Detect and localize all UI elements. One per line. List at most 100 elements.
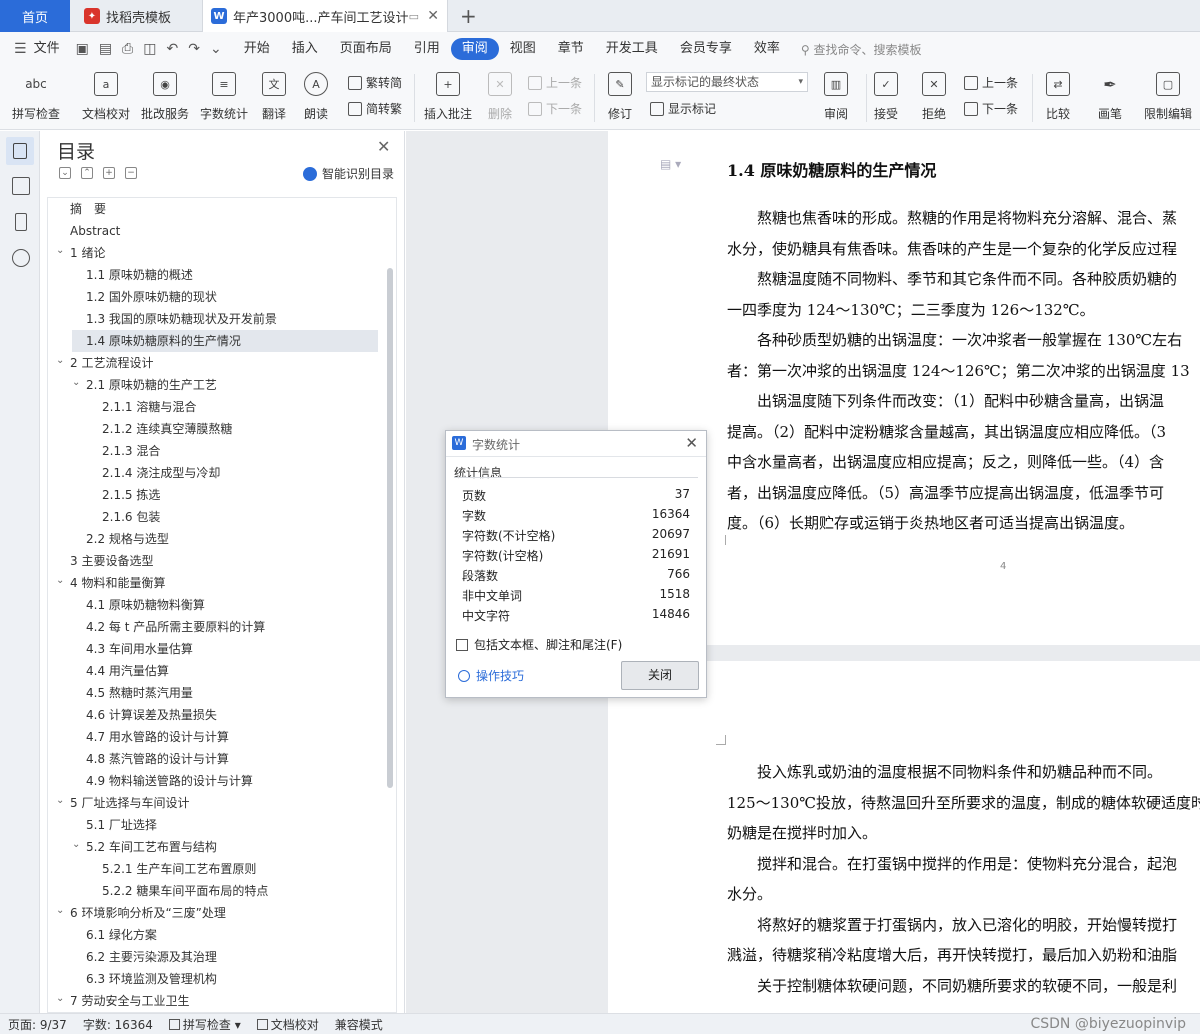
expand-arrow-icon[interactable]: ⌄ <box>72 839 80 850</box>
toc-item[interactable]: 2 工艺流程设计 <box>48 352 378 374</box>
toc-item[interactable]: 1.2 国外原味奶糖的现状 <box>48 286 378 308</box>
trad-to-simp-button[interactable]: 繁转简 <box>348 74 402 91</box>
export-icon[interactable]: ▤ <box>94 41 117 57</box>
next-change-button[interactable]: 下一条 <box>964 100 1018 117</box>
word-count-button[interactable]: ≡ 字数统计 <box>196 70 252 122</box>
toc-item[interactable]: 4.9 物料输送管路的设计与计算 <box>48 770 378 792</box>
close-icon[interactable]: ✕ <box>377 137 390 156</box>
doc-proof-button[interactable]: a 文档校对 <box>78 70 134 122</box>
tab-docer[interactable]: ✦ 找稻壳模板 <box>76 0 200 32</box>
menu-file[interactable]: 文件 <box>32 38 71 60</box>
print-icon[interactable]: ⎙ <box>117 41 138 57</box>
word-count-indicator[interactable]: 字数: 16364 <box>75 1016 161 1033</box>
toc-item[interactable]: 4.3 车间用水量估算 <box>48 638 378 660</box>
tips-link[interactable]: 操作技巧 <box>458 667 524 684</box>
toc-item[interactable]: 5 厂址选择与车间设计 <box>48 792 378 814</box>
menu-tab-4[interactable]: 审阅 <box>450 38 499 60</box>
toc-item[interactable]: 4.8 蒸汽管路的设计与计算 <box>48 748 378 770</box>
prev-change-button[interactable]: 上一条 <box>964 74 1018 91</box>
collapse-all-icon[interactable]: − <box>125 167 137 179</box>
redo-icon[interactable]: ↷ <box>183 41 205 57</box>
toc-item[interactable]: 3 主要设备选型 <box>48 550 378 572</box>
menu-tab-1[interactable]: 插入 <box>281 38 329 60</box>
menu-tab-0[interactable]: 开始 <box>233 38 281 60</box>
toc-item[interactable]: 6 环境影响分析及“三废”处理 <box>48 902 378 924</box>
toc-item[interactable]: 2.1 原味奶糖的生产工艺 <box>48 374 378 396</box>
paragraph-menu-icon[interactable]: ▤ ▾ <box>660 157 681 171</box>
menu-tab-3[interactable]: 引用 <box>403 38 451 60</box>
expand-arrow-icon[interactable]: ⌄ <box>56 905 64 916</box>
new-tab-button[interactable]: + <box>460 4 477 28</box>
expand-arrow-icon[interactable]: ⌄ <box>56 993 64 1004</box>
collapse-up-icon[interactable]: ⌃ <box>81 167 93 179</box>
expand-arrow-icon[interactable]: ⌄ <box>56 245 64 256</box>
toc-item[interactable]: 2.1.3 混合 <box>48 440 378 462</box>
toc-item[interactable]: 2.1.5 拣选 <box>48 484 378 506</box>
toc-item[interactable]: 6.2 主要污染源及其治理 <box>48 946 378 968</box>
revise-button[interactable]: ✎ 修订 <box>592 70 648 122</box>
tab-document[interactable]: W 年产3000吨...产车间工艺设计 ▭ ✕ <box>202 0 448 32</box>
toc-item[interactable]: 4.7 用水管路的设计与计算 <box>48 726 378 748</box>
toc-item[interactable]: 1.4 原味奶糖原料的生产情况 <box>72 330 378 352</box>
menu-tab-9[interactable]: 效率 <box>743 38 791 60</box>
command-search[interactable]: ⚲ 查找命令、搜索模板 <box>801 41 922 58</box>
restrict-edit-button[interactable]: ▢ 限制编辑 <box>1140 70 1196 122</box>
toc-item[interactable]: 2.2 规格与选型 <box>48 528 378 550</box>
tab-home[interactable]: 首页 <box>0 0 70 32</box>
spell-check-status[interactable]: 拼写检查 ▾ <box>161 1016 249 1033</box>
toc-rail-button[interactable] <box>6 137 34 165</box>
toc-item[interactable]: 5.2.2 糖果车间平面布局的特点 <box>48 880 378 902</box>
simp-to-trad-button[interactable]: 简转繁 <box>348 100 402 117</box>
ink-button[interactable]: ✒ 画笔 <box>1082 70 1138 122</box>
toc-item[interactable]: Abstract <box>48 220 378 242</box>
bookmark-icon[interactable] <box>15 213 27 231</box>
toc-item[interactable]: 5.1 厂址选择 <box>48 814 378 836</box>
expand-arrow-icon[interactable]: ⌄ <box>56 575 64 586</box>
navigation-icon[interactable] <box>12 177 30 195</box>
menu-tab-7[interactable]: 开发工具 <box>595 38 669 60</box>
batch-annot-button[interactable]: ◉ 批改服务 <box>137 70 193 122</box>
toc-item[interactable]: 4 物料和能量衡算 <box>48 572 378 594</box>
search-icon[interactable] <box>12 249 30 267</box>
toc-item[interactable]: 6.1 绿化方案 <box>48 924 378 946</box>
toc-item[interactable]: 2.1.2 连续真空薄膜熬糖 <box>48 418 378 440</box>
toc-item[interactable]: 5.2.1 生产车间工艺布置原则 <box>48 858 378 880</box>
show-markup-button[interactable]: 显示标记 <box>650 100 716 117</box>
page-indicator[interactable]: 页面: 9/37 <box>0 1016 75 1033</box>
toc-item[interactable]: 7 劳动安全与工业卫生 <box>48 990 378 1012</box>
undo-icon[interactable]: ↶ <box>161 41 183 57</box>
toc-item[interactable]: 1.3 我国的原味奶糖现状及开发前景 <box>48 308 378 330</box>
close-tab-icon[interactable]: ✕ <box>427 8 439 24</box>
preview-icon[interactable]: ◫ <box>138 41 161 57</box>
close-icon[interactable]: ✕ <box>685 434 698 452</box>
review-pane-button[interactable]: ▥ 审阅 <box>808 70 864 122</box>
toc-item[interactable]: 摘 要 <box>48 198 378 220</box>
doc-proof-status[interactable]: 文档校对 <box>249 1016 327 1033</box>
more-chevron-icon[interactable]: ⌄ <box>205 41 227 57</box>
menu-tab-8[interactable]: 会员专享 <box>669 38 743 60</box>
smart-toc-button[interactable]: 智能识别目录 <box>303 165 394 182</box>
read-aloud-button[interactable]: A 朗读 <box>288 70 344 122</box>
hamburger-icon[interactable]: ☰ <box>0 41 32 57</box>
menu-tab-2[interactable]: 页面布局 <box>329 38 403 60</box>
expand-arrow-icon[interactable]: ⌄ <box>56 795 64 806</box>
expand-arrow-icon[interactable]: ⌄ <box>56 355 64 366</box>
toc-item[interactable]: 6.3 环境监测及管理机构 <box>48 968 378 990</box>
menu-tab-5[interactable]: 视图 <box>499 38 547 60</box>
expand-arrow-icon[interactable]: ⌄ <box>72 377 80 388</box>
toc-item[interactable]: 2.1.4 浇注成型与冷却 <box>48 462 378 484</box>
toc-item[interactable]: 4.5 熬糖时蒸汽用量 <box>48 682 378 704</box>
pin-icon[interactable]: ▭ <box>409 10 419 23</box>
toc-item[interactable]: 4.6 计算误差及热量损失 <box>48 704 378 726</box>
toc-item[interactable]: 1 绪论 <box>48 242 378 264</box>
markup-state-select[interactable]: 显示标记的最终状态 ▾ <box>646 72 808 92</box>
toc-item[interactable]: 2.1.6 包装 <box>48 506 378 528</box>
save-icon[interactable]: ▣ <box>71 41 94 57</box>
reject-button[interactable]: ✕ 拒绝 <box>906 70 962 122</box>
toc-item[interactable]: 4.1 原味奶糖物料衡算 <box>48 594 378 616</box>
expand-all-icon[interactable]: + <box>103 167 115 179</box>
spellcheck-button[interactable]: abc 拼写检查 <box>8 70 64 122</box>
toc-item[interactable]: 2.1.1 溶糖与混合 <box>48 396 378 418</box>
next-comment-button[interactable]: 下一条 <box>528 100 582 117</box>
toc-item[interactable]: 4.4 用汽量估算 <box>48 660 378 682</box>
